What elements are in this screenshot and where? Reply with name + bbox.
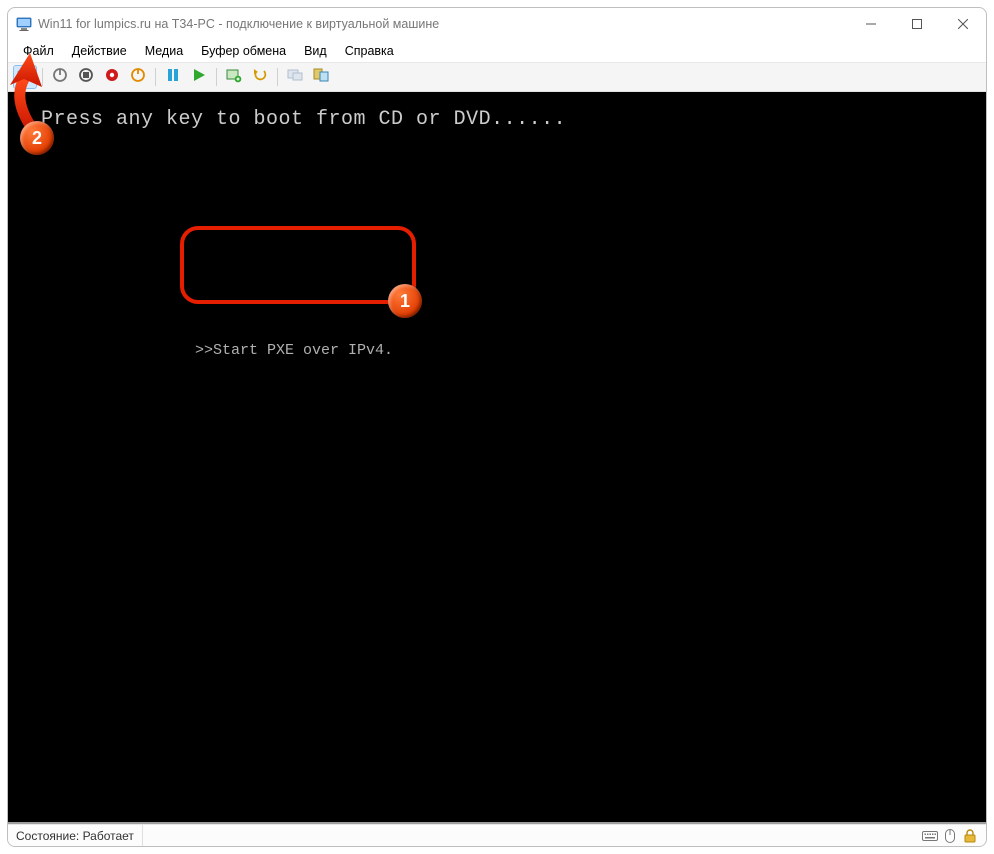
pause-icon — [166, 68, 180, 87]
enhanced-session-button[interactable] — [310, 66, 332, 88]
ctrl-alt-del-icon — [17, 67, 33, 88]
app-monitor-icon — [16, 16, 32, 32]
snapshot-button[interactable] — [223, 66, 245, 88]
snapshot-icon — [226, 67, 242, 88]
status-state-label: Состояние: — [16, 829, 79, 843]
power-off-button[interactable] — [49, 66, 71, 88]
toolbar-separator — [42, 68, 43, 86]
close-button[interactable] — [940, 9, 986, 39]
menu-help[interactable]: Справка — [336, 42, 403, 60]
ctrl-alt-del-button[interactable] — [14, 66, 36, 88]
toolbar — [8, 62, 986, 92]
revert-button[interactable] — [249, 66, 271, 88]
enhanced-session-icon — [313, 67, 329, 88]
boot-prompt-text: Press any key to boot from CD or DVD....… — [41, 108, 566, 131]
toolbar-separator — [155, 68, 156, 86]
shutdown-button[interactable] — [75, 66, 97, 88]
shutdown-icon — [78, 67, 94, 88]
force-off-icon — [104, 67, 120, 88]
revert-icon — [252, 67, 268, 88]
lock-icon — [962, 828, 978, 844]
menu-view[interactable]: Вид — [295, 42, 336, 60]
force-off-button[interactable] — [101, 66, 123, 88]
start-icon — [192, 68, 206, 87]
menu-action[interactable]: Действие — [63, 42, 136, 60]
pxe-status-text: >>Start PXE over IPv4. — [195, 342, 393, 359]
reset-icon — [130, 67, 146, 88]
share-button[interactable] — [284, 66, 306, 88]
power-off-icon — [52, 67, 68, 88]
maximize-button[interactable] — [894, 9, 940, 39]
minimize-button[interactable] — [848, 9, 894, 39]
status-indicator-icons — [914, 828, 986, 844]
titlebar: Win11 for lumpics.ru на T34-PC - подключ… — [8, 8, 986, 40]
toolbar-separator — [216, 68, 217, 86]
statusbar: Состояние: Работает — [8, 824, 986, 846]
share-icon — [287, 67, 303, 88]
vm-console[interactable]: Press any key to boot from CD or DVD....… — [8, 92, 986, 822]
reset-button[interactable] — [127, 66, 149, 88]
status-state: Состояние: Работает — [8, 825, 143, 846]
vm-connection-window: Win11 for lumpics.ru на T34-PC - подключ… — [7, 7, 987, 847]
menubar: Файл Действие Медиа Буфер обмена Вид Спр… — [8, 40, 986, 62]
pause-button[interactable] — [162, 66, 184, 88]
menu-file[interactable]: Файл — [14, 42, 63, 60]
mouse-icon — [942, 828, 958, 844]
toolbar-separator — [277, 68, 278, 86]
menu-media[interactable]: Медиа — [136, 42, 192, 60]
status-state-value: Работает — [83, 829, 134, 843]
keyboard-icon — [922, 828, 938, 844]
window-title: Win11 for lumpics.ru на T34-PC - подключ… — [38, 17, 439, 31]
start-button[interactable] — [188, 66, 210, 88]
menu-clipboard[interactable]: Буфер обмена — [192, 42, 295, 60]
